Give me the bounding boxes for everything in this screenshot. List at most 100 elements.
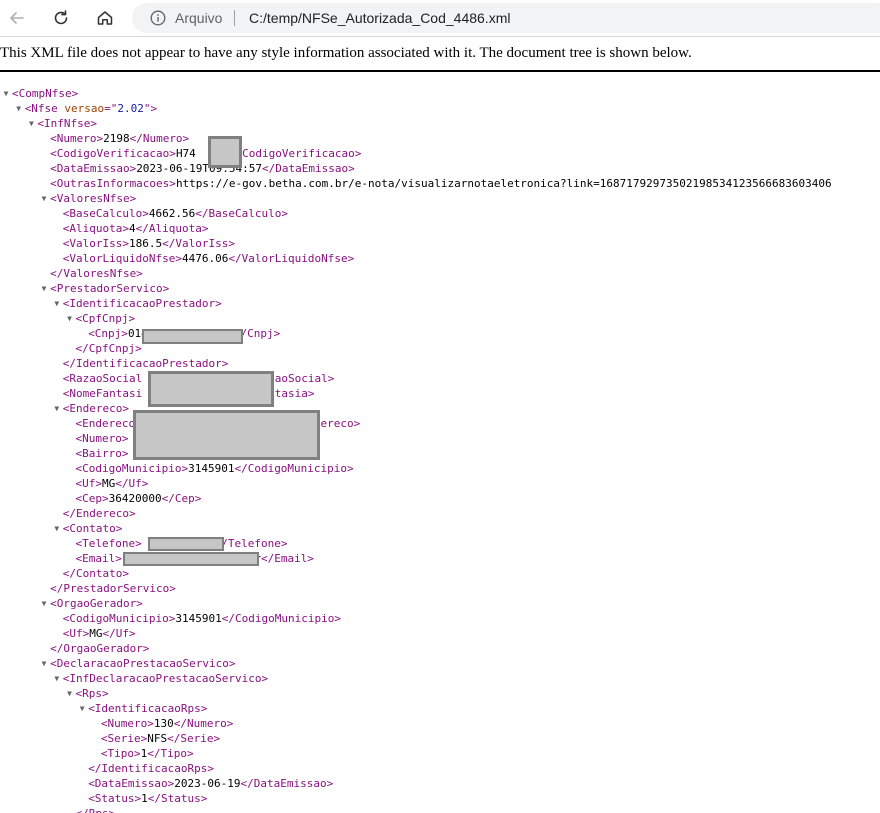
xml-tag: </Uf> <box>102 627 136 640</box>
xml-text: 2023-06-19 <box>174 777 241 790</box>
xml-text: 3145901 <box>188 462 235 475</box>
collapse-toggle-icon[interactable]: ▼ <box>1 86 11 101</box>
xml-text: 4 <box>129 222 136 235</box>
xml-line: <ValoresNfse> <box>50 191 136 206</box>
xml-tag: <Email> <box>75 552 122 565</box>
xml-line: <CpfCnpj> <box>76 311 136 326</box>
collapse-toggle-icon[interactable]: ▼ <box>39 281 49 296</box>
xml-tag: <Numero> <box>75 432 129 445</box>
xml-tag: <CodigoMunicipio> <box>75 462 189 475</box>
xml-tag: <Nfse <box>24 102 58 115</box>
redaction-box <box>133 410 320 460</box>
xml-tag: <IdentificacaoRps> <box>88 702 208 715</box>
xml-tag: <Uf> <box>62 627 90 640</box>
xml-line: <Contato> <box>63 521 123 536</box>
xml-tag: <ValoresNfse> <box>50 192 137 205</box>
xml-tag: <CodigoVerificacao> <box>50 147 176 160</box>
xml-tag: </Aliquota> <box>135 222 209 235</box>
xml-text: 186.5 <box>129 237 163 250</box>
xml-line: <IdentificacaoRps> <box>88 701 207 716</box>
xml-style-notice: This XML file does not appear to have an… <box>0 45 692 61</box>
collapse-toggle-icon[interactable]: ▼ <box>65 311 75 326</box>
redaction-box <box>148 537 224 551</box>
xml-tag: <InfDeclaracaoPrestacaoServico> <box>62 672 269 685</box>
xml-text: 2198 <box>103 132 130 145</box>
xml-line: <CodigoMunicipio>3145901</CodigoMunicipi… <box>76 461 354 476</box>
xml-line: </CpfCnpj> <box>76 341 142 356</box>
xml-line: </Endereco> <box>63 506 136 521</box>
xml-tag: </Rps> <box>76 807 116 813</box>
xml-tag: <DataEmissao> <box>88 777 175 790</box>
xml-tag: </PrestadorServico> <box>50 582 176 595</box>
xml-tag: /Cnpj> <box>240 327 281 340</box>
xml-tag: =" <box>104 102 118 115</box>
xml-line: <Numero> <box>76 431 129 446</box>
collapse-toggle-icon[interactable]: ▼ <box>52 401 62 416</box>
collapse-toggle-icon[interactable]: ▼ <box>39 191 49 206</box>
xml-tag: </Telefone> <box>214 537 288 550</box>
xml-line: <Rps> <box>76 686 109 701</box>
collapse-toggle-icon[interactable]: ▼ <box>52 296 62 311</box>
xml-tag: </Uf> <box>115 477 149 490</box>
reload-icon <box>54 10 68 25</box>
collapse-toggle-icon[interactable]: ▼ <box>77 701 87 716</box>
xml-line: <Uf>MG</Uf> <box>63 626 136 641</box>
collapse-toggle-icon[interactable]: ▼ <box>14 101 24 116</box>
xml-tag: <Contato> <box>62 522 123 535</box>
redaction-box <box>142 329 243 344</box>
xml-tag: <Telefone> <box>75 537 142 550</box>
collapse-toggle-icon[interactable]: ▼ <box>65 686 75 701</box>
xml-line: <Numero>130</Numero> <box>101 716 233 731</box>
xml-tree: ▼ <CompNfse> ▼ <Nfse versao="2.02"> ▼ <InfNfs… <box>0 86 880 813</box>
xml-line: <DeclaracaoPrestacaoServico> <box>50 656 235 671</box>
xml-text: 4662.56 <box>148 207 196 220</box>
xml-text: 130 <box>153 717 174 730</box>
address-bar[interactable]: Arquivo C:/temp/NFSe_Autorizada_Cod_4486… <box>132 3 880 33</box>
xml-tag: <BaseCalculo> <box>62 207 149 220</box>
url-text[interactable]: C:/temp/NFSe_Autorizada_Cod_4486.xml <box>249 3 510 33</box>
xml-tag: </IdentificacaoPrestador> <box>62 357 229 370</box>
xml-tag: </IdentificacaoRps> <box>88 762 215 775</box>
xml-tag: <Endereco <box>75 417 136 430</box>
info-icon[interactable] <box>150 10 166 26</box>
xml-tag: </ValorLiquidoNfse> <box>228 252 355 265</box>
collapse-toggle-icon[interactable]: ▼ <box>52 521 62 536</box>
collapse-toggle-icon[interactable]: ▼ <box>39 596 49 611</box>
xml-tag: <Aliquota> <box>62 222 130 235</box>
xml-tag: </BaseCalculo> <box>195 207 288 220</box>
xml-line: <Nfse versao="2.02"> <box>25 101 157 116</box>
xml-tag: <Serie> <box>100 732 148 745</box>
xml-line: </Rps> <box>76 806 116 813</box>
home-button[interactable] <box>91 4 119 32</box>
browser-toolbar: Arquivo C:/temp/NFSe_Autorizada_Cod_4486… <box>0 0 880 37</box>
xml-tag: <DeclaracaoPrestacaoServico> <box>50 657 236 670</box>
xml-tag: </Contato> <box>62 567 130 580</box>
xml-line: <InfDeclaracaoPrestacaoServico> <box>63 671 268 686</box>
reload-button[interactable] <box>47 4 75 32</box>
xml-tag: <Tipo> <box>100 747 141 760</box>
xml-tag: <CompNfse> <box>12 87 79 100</box>
xml-line: <Aliquota>4</Aliquota> <box>63 221 209 236</box>
xml-tag: </Numero> <box>129 132 190 145</box>
xml-tag: <Numero> <box>100 717 154 730</box>
collapse-toggle-icon[interactable]: ▼ <box>52 671 62 686</box>
xml-tag: </Serie> <box>167 732 221 745</box>
xml-tag: <Numero> <box>50 132 104 145</box>
back-button[interactable] <box>3 4 31 32</box>
xml-tag: <ValorIss> <box>62 237 130 250</box>
xml-line: </IdentificacaoPrestador> <box>63 356 229 371</box>
xml-line: <Cep>36420000</Cep> <box>76 491 202 506</box>
home-icon <box>97 11 113 25</box>
xml-line: <Endereco> <box>63 401 129 416</box>
xml-tag: <OrgaoGerador> <box>50 597 143 610</box>
xml-tag: <DataEmissao> <box>50 162 137 175</box>
xml-tag: <CodigoMunicipio> <box>62 612 176 625</box>
xml-text: MG <box>102 477 116 490</box>
xml-tag: </ValoresNfse> <box>50 267 143 280</box>
collapse-toggle-icon[interactable]: ▼ <box>26 116 36 131</box>
back-arrow-icon <box>10 12 24 24</box>
xml-line: <DataEmissao>2023-06-19</DataEmissao> <box>88 776 333 791</box>
xml-line: <ValorIss>186.5</ValorIss> <box>63 236 235 251</box>
xml-line: </ValoresNfse> <box>50 266 143 281</box>
collapse-toggle-icon[interactable]: ▼ <box>39 656 49 671</box>
